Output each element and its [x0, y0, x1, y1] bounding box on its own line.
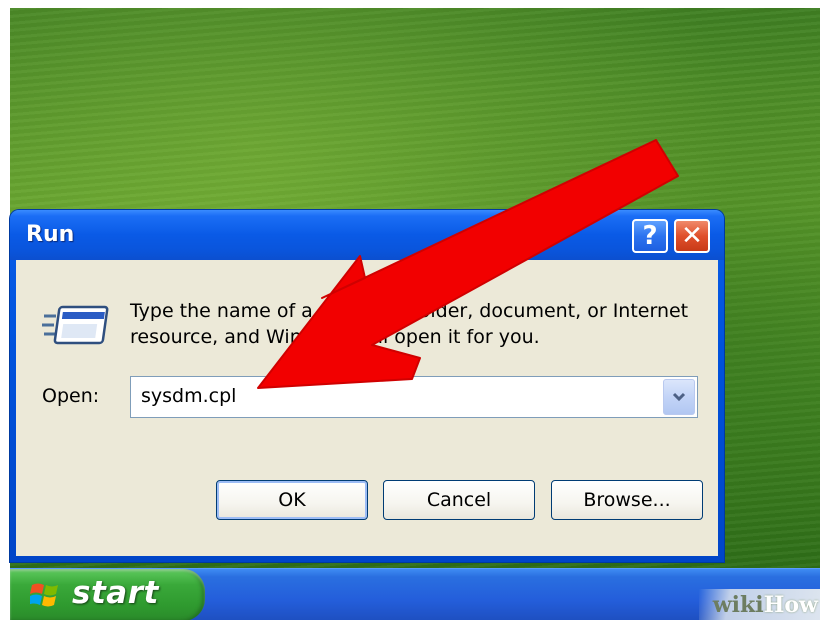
- window-title: Run: [26, 222, 75, 247]
- watermark-how: How: [763, 592, 818, 618]
- ok-button[interactable]: OK: [216, 480, 368, 520]
- wikihow-watermark: wikiHow: [698, 589, 820, 620]
- dialog-description: Type the name of a program, folder, docu…: [130, 300, 689, 348]
- windows-flag-icon: [30, 583, 58, 607]
- open-label: Open:: [42, 385, 100, 407]
- browse-button[interactable]: Browse...: [551, 480, 703, 520]
- chevron-down-icon: [672, 392, 686, 402]
- open-combobox[interactable]: sysdm.cpl: [130, 376, 698, 418]
- help-button[interactable]: ?: [632, 219, 668, 253]
- start-button[interactable]: start: [10, 569, 205, 620]
- title-bar[interactable]: Run ? ✕: [10, 210, 724, 260]
- run-dialog: Run ? ✕ Type the name of a program, fold…: [10, 210, 724, 562]
- taskbar: start wikiHow: [10, 568, 820, 620]
- watermark-wiki: wiki: [712, 592, 764, 618]
- dropdown-button[interactable]: [663, 379, 695, 415]
- open-input[interactable]: sysdm.cpl: [141, 385, 236, 407]
- close-button[interactable]: ✕: [674, 219, 710, 253]
- dialog-body: Type the name of a program, folder, docu…: [16, 260, 718, 556]
- run-program-icon: [42, 305, 109, 345]
- cancel-button[interactable]: Cancel: [383, 480, 535, 520]
- start-label: start: [72, 575, 159, 611]
- screenshot-stage: start wikiHow Run ? ✕ Type the name of a…: [0, 0, 820, 620]
